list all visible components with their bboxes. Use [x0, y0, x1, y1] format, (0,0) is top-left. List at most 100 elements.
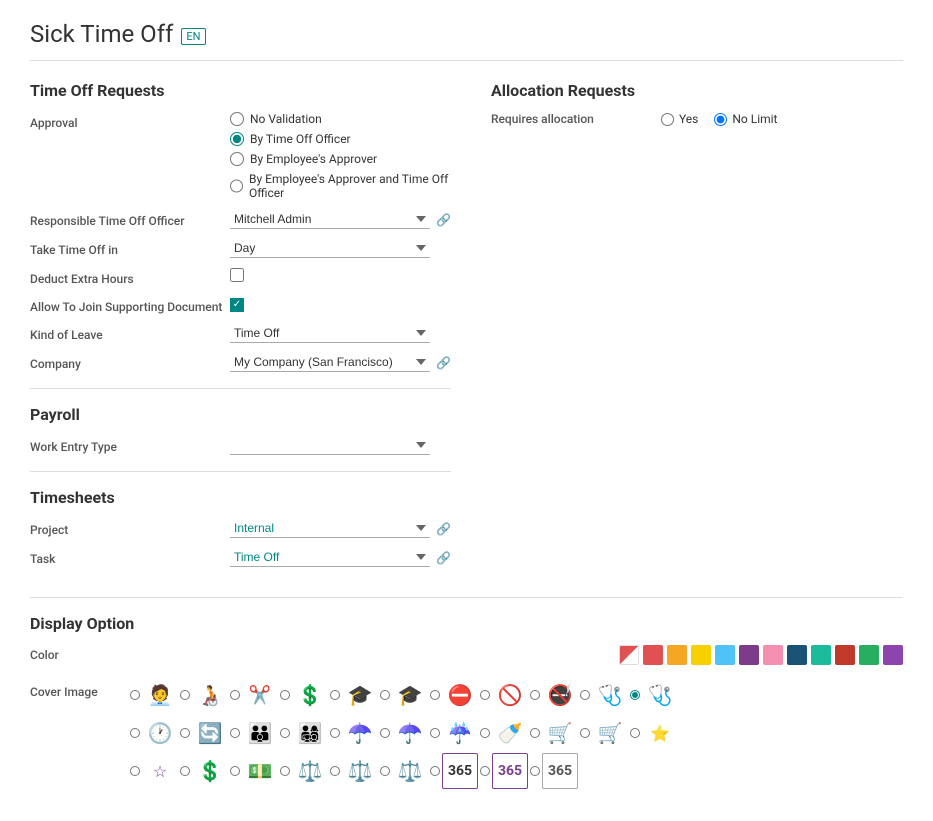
color-swatch-blue[interactable] — [715, 645, 735, 665]
cover-icon-item: 365 — [430, 753, 478, 789]
calendar-365-2-icon[interactable]: 365 — [492, 753, 528, 789]
cover-radio[interactable] — [280, 728, 290, 738]
cover-icon-item: ✂️ — [230, 677, 278, 713]
color-swatch-purple[interactable] — [739, 645, 759, 665]
calendar-365-3-icon[interactable]: 365 — [542, 753, 578, 789]
cover-radio[interactable] — [380, 690, 390, 700]
family-large-icon[interactable]: 👨‍👩‍👧‍👦 — [292, 715, 328, 751]
cover-radio[interactable] — [530, 690, 540, 700]
color-swatch-violet[interactable] — [883, 645, 903, 665]
cover-icon-item: 💵 — [230, 753, 278, 789]
company-select[interactable]: My Company (San Francisco) — [230, 353, 430, 372]
color-swatch-red[interactable] — [643, 645, 663, 665]
cover-radio[interactable] — [230, 766, 240, 776]
cover-radio[interactable] — [430, 766, 440, 776]
display-option-title: Display Option — [30, 614, 903, 633]
cover-radio[interactable] — [180, 766, 190, 776]
task-external-link[interactable]: 🔗 — [436, 551, 451, 565]
cover-radio[interactable] — [330, 728, 340, 738]
cover-radio[interactable] — [180, 728, 190, 738]
color-swatch-dark-red[interactable] — [835, 645, 855, 665]
dollar-badge-icon[interactable]: 💲 — [192, 753, 228, 789]
cover-radio[interactable] — [630, 728, 640, 738]
no-entry-icon[interactable]: ⛔ — [442, 677, 478, 713]
allocation-yes-option[interactable]: Yes — [661, 112, 698, 126]
cover-radio[interactable] — [580, 690, 590, 700]
cover-radio[interactable] — [530, 728, 540, 738]
responsible-officer-select[interactable]: Mitchell Admin — [230, 210, 430, 229]
grad-cap-icon[interactable]: 🎓 — [342, 677, 378, 713]
umbrella-open-icon[interactable]: ☂️ — [392, 715, 428, 751]
project-external-link[interactable]: 🔗 — [436, 522, 451, 536]
baby-bottle-icon[interactable]: 🍼 — [492, 715, 528, 751]
approval-option-no-validation[interactable]: No Validation — [230, 112, 451, 126]
color-swatch-orange[interactable] — [667, 645, 687, 665]
approval-option-by-officer[interactable]: By Time Off Officer — [230, 132, 451, 146]
umbrella-rain-icon[interactable]: ☔ — [442, 715, 478, 751]
project-select[interactable]: Internal — [230, 519, 430, 538]
cover-radio[interactable] — [480, 690, 490, 700]
dollar-circle-icon[interactable]: 💲 — [292, 677, 328, 713]
person-bag-icon[interactable]: 🧑‍💼 — [142, 677, 178, 713]
star-outline-icon[interactable]: ☆ — [142, 753, 178, 789]
cover-radio[interactable] — [130, 728, 140, 738]
cover-radio[interactable] — [480, 766, 490, 776]
approval-option-by-both[interactable]: By Employee's Approver and Time Off Offi… — [230, 172, 451, 200]
umbrella-icon[interactable]: ☂️ — [342, 715, 378, 751]
cover-icon-item: 🔄 — [180, 715, 228, 751]
cover-radio[interactable] — [180, 690, 190, 700]
cover-radio[interactable] — [330, 690, 340, 700]
deduct-extra-checkbox[interactable] — [230, 268, 244, 282]
cover-radio[interactable] — [280, 690, 290, 700]
star-badge-icon[interactable]: ⭐ — [642, 715, 678, 751]
cover-radio[interactable] — [430, 728, 440, 738]
scale-medium-icon[interactable]: ⚖️ — [342, 753, 378, 789]
task-select[interactable]: Time Off — [230, 548, 430, 567]
cover-radio[interactable] — [130, 690, 140, 700]
stroller-icon[interactable]: 🛒 — [542, 715, 578, 751]
cover-radio[interactable] — [430, 690, 440, 700]
family-small-icon[interactable]: 👪 — [242, 715, 278, 751]
tools-icon[interactable]: ✂️ — [242, 677, 278, 713]
grad-cap-outline-icon[interactable]: 🎓 — [392, 677, 428, 713]
scale-small-icon[interactable]: ⚖️ — [292, 753, 328, 789]
cover-radio[interactable] — [230, 728, 240, 738]
cover-radio[interactable] — [630, 690, 640, 700]
stethoscope-selected-icon[interactable]: 🩺 — [642, 677, 678, 713]
cover-radio[interactable] — [330, 766, 340, 776]
cover-radio[interactable] — [380, 728, 390, 738]
cover-radio[interactable] — [130, 766, 140, 776]
color-swatch-pink[interactable] — [763, 645, 783, 665]
color-swatch-dark-blue[interactable] — [787, 645, 807, 665]
refresh-icon[interactable]: 🔄 — [192, 715, 228, 751]
cover-radio[interactable] — [580, 728, 590, 738]
stethoscope-icon[interactable]: 🩺 — [592, 677, 628, 713]
work-entry-select[interactable] — [230, 436, 430, 455]
take-time-off-select[interactable]: Day — [230, 239, 430, 258]
dollar-outline-icon[interactable]: 💵 — [242, 753, 278, 789]
clock-icon[interactable]: 🕐 — [142, 715, 178, 751]
cart-icon[interactable]: 🛒 — [592, 715, 628, 751]
calendar-365-1-icon[interactable]: 365 — [442, 753, 478, 789]
language-badge[interactable]: EN — [181, 28, 205, 45]
cover-radio[interactable] — [280, 766, 290, 776]
color-swatch-teal[interactable] — [811, 645, 831, 665]
responsible-officer-external-link[interactable]: 🔗 — [436, 213, 451, 227]
allocation-no-limit-option[interactable]: No Limit — [714, 112, 777, 126]
cover-radio[interactable] — [480, 728, 490, 738]
cover-icon-item: 365 — [480, 753, 528, 789]
no-sign-icon[interactable]: 🚫 — [492, 677, 528, 713]
scale-large-icon[interactable]: ⚖️ — [392, 753, 428, 789]
color-swatch-yellow[interactable] — [691, 645, 711, 665]
cover-radio[interactable] — [380, 766, 390, 776]
cover-radio[interactable] — [230, 690, 240, 700]
allow-join-checkbox[interactable]: ✓ — [230, 298, 244, 312]
kind-of-leave-select[interactable]: Time Off — [230, 324, 430, 343]
color-swatch-green[interactable] — [859, 645, 879, 665]
cover-radio[interactable] — [530, 766, 540, 776]
company-external-link[interactable]: 🔗 — [436, 356, 451, 370]
approval-option-by-approver[interactable]: By Employee's Approver — [230, 152, 451, 166]
no-smoking-icon[interactable]: 🚭 — [542, 677, 578, 713]
color-swatch-striped[interactable] — [619, 645, 639, 665]
person-wheelchair-icon[interactable]: 🧑‍🦽 — [192, 677, 228, 713]
